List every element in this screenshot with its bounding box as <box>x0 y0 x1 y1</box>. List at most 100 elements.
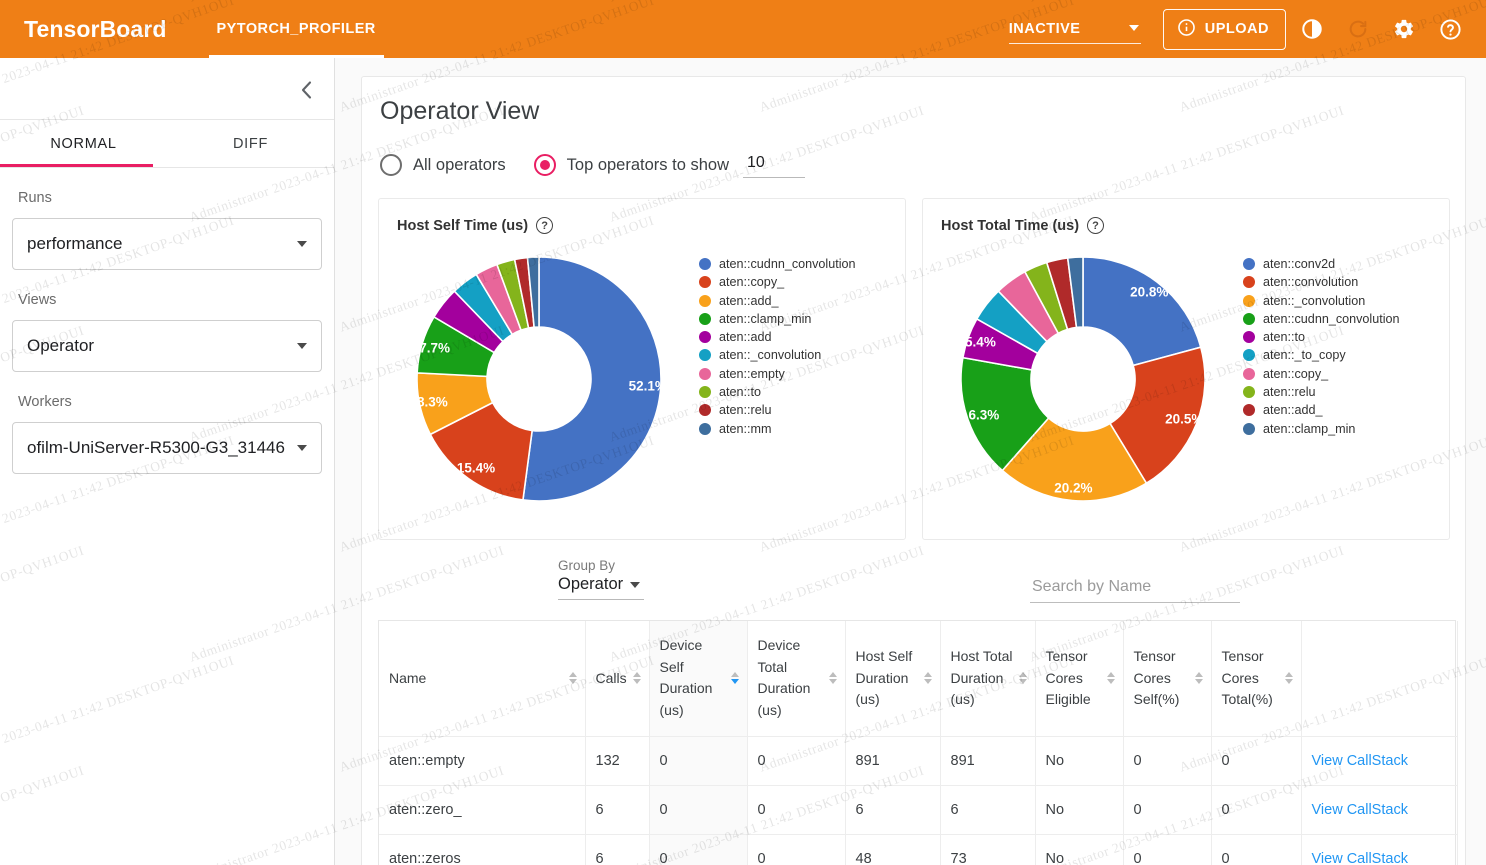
view-callstack-link[interactable]: View CallStack <box>1312 851 1408 865</box>
run-status-dropdown[interactable]: INACTIVE <box>1008 14 1141 44</box>
legend-label: aten::copy_ <box>719 275 785 290</box>
legend-item[interactable]: aten::_convolution <box>699 348 856 362</box>
tab-diff[interactable]: DIFF <box>167 120 334 167</box>
search-input[interactable] <box>1030 574 1240 603</box>
gear-icon[interactable] <box>1384 9 1424 49</box>
legend-label: aten::copy_ <box>1263 366 1329 381</box>
legend-item[interactable]: aten::copy_ <box>1243 367 1400 381</box>
host-total-time-chart: Host Total Time (us) ? 20.8% 20.5% 20.2% 16… <box>922 198 1450 540</box>
table-header-label: Name <box>389 669 427 686</box>
pie-slice[interactable] <box>522 256 662 502</box>
table-cell: 891 <box>845 736 941 786</box>
sort-arrows-icon[interactable] <box>828 672 837 685</box>
legend-item[interactable]: aten::to <box>1243 330 1400 344</box>
legend-item[interactable]: aten::empty <box>699 367 856 381</box>
radio-all-operators[interactable] <box>380 154 402 176</box>
table-header-cell[interactable]: Calls <box>585 621 650 737</box>
table-row: aten::empty 132 0 0 891 891 No 0 0 View CallStack <box>379 736 1458 786</box>
legend-item[interactable]: aten::to <box>699 385 856 399</box>
table-cell: 6 <box>585 834 650 865</box>
tab-normal[interactable]: NORMAL <box>0 120 167 167</box>
radio-top-operators-label: Top operators to show <box>566 155 729 174</box>
table-header-cell[interactable]: Host Self Duration (us) <box>845 621 941 737</box>
legend-item[interactable]: aten::clamp_min <box>1243 422 1400 436</box>
operator-table: Name Calls Device Self Duration (us) Device… <box>379 621 1458 865</box>
help-icon[interactable] <box>1430 9 1470 49</box>
table-cell: 0 <box>649 785 748 835</box>
chevron-down-icon <box>630 581 641 588</box>
help-icon[interactable]: ? <box>1087 217 1105 234</box>
table-header-label: Device Self Duration (us) <box>659 637 713 719</box>
sort-arrows-icon[interactable] <box>1106 672 1115 685</box>
legend-item[interactable]: aten::copy_ <box>699 275 856 289</box>
table-cell: 0 <box>1123 736 1212 786</box>
table-header-cell[interactable]: Tensor Cores Total(%) <box>1211 621 1302 737</box>
radio-all-operators-label: All operators <box>413 155 506 174</box>
legend-item[interactable]: aten::clamp_min <box>699 312 856 326</box>
legend-item[interactable]: aten::add_ <box>1243 403 1400 417</box>
host-total-time-title-text: Host Total Time (us) <box>941 217 1080 234</box>
table-header-cell[interactable]: Device Self Duration (us) <box>649 621 748 737</box>
chevron-down-icon <box>297 241 307 247</box>
sort-arrows-icon[interactable] <box>568 672 577 685</box>
table-header-cell[interactable]: Device Total Duration (us) <box>747 621 846 737</box>
views-select-value: Operator <box>27 336 95 355</box>
charts-row: Host Self Time (us) ? 52.1% 15.4% 8.3% 7.7%… <box>362 178 1465 554</box>
sort-arrows-icon[interactable] <box>1018 672 1027 685</box>
top-operators-count-input[interactable] <box>742 152 805 178</box>
table-header-cell[interactable]: Tensor Cores Eligible <box>1035 621 1124 737</box>
legend-item[interactable]: aten::_convolution <box>1243 294 1400 308</box>
legend-label: aten::mm <box>719 421 772 436</box>
table-cell: 0 <box>649 736 748 786</box>
table-header-cell[interactable]: Name <box>379 621 586 737</box>
run-status-label: INACTIVE <box>1008 20 1081 37</box>
sort-arrows-icon[interactable] <box>923 672 932 685</box>
legend-item[interactable]: aten::conv2d <box>1243 257 1400 271</box>
legend-item[interactable]: aten::cudnn_convolution <box>699 257 856 271</box>
sort-arrows-icon[interactable] <box>1284 672 1293 685</box>
legend-item[interactable]: aten::cudnn_convolution <box>1243 312 1400 326</box>
group-by-select[interactable]: Operator <box>558 573 644 600</box>
views-select[interactable]: Operator <box>12 320 322 372</box>
legend-item[interactable]: aten::_to_copy <box>1243 348 1400 362</box>
legend-item[interactable]: aten::relu <box>699 403 856 417</box>
table-header-cell[interactable]: Host Total Duration (us) <box>940 621 1036 737</box>
pie-slice[interactable] <box>1082 256 1202 367</box>
workers-label: Workers <box>18 394 72 410</box>
views-label: Views <box>18 292 57 308</box>
table-cell: No <box>1035 785 1124 835</box>
table-header-label: Host Total Duration (us) <box>950 647 1013 708</box>
table-cell: No <box>1035 834 1124 865</box>
legend-label: aten::clamp_min <box>1263 421 1356 436</box>
table-cell: 132 <box>585 736 650 786</box>
sort-arrows-icon[interactable] <box>632 672 641 685</box>
chevron-left-icon[interactable] <box>292 76 320 104</box>
runs-select[interactable]: performance <box>12 218 322 270</box>
tab-pytorch-profiler[interactable]: PYTORCH_PROFILER <box>203 0 390 58</box>
upload-button[interactable]: UPLOAD <box>1162 8 1286 50</box>
table-cell-action: View CallStack <box>1301 834 1458 865</box>
legend-item[interactable]: aten::relu <box>1243 385 1400 399</box>
sort-arrows-icon[interactable] <box>730 672 739 685</box>
table-cell: 6 <box>845 785 941 835</box>
legend-item[interactable]: aten::convolution <box>1243 275 1400 289</box>
legend-item[interactable]: aten::add_ <box>699 294 856 308</box>
operator-view-card: Operator View All operators Top operator… <box>361 76 1466 865</box>
table-header-cell[interactable]: Tensor Cores Self(%) <box>1123 621 1212 737</box>
contrast-icon[interactable] <box>1292 9 1332 49</box>
table-cell: 0 <box>1211 785 1302 835</box>
sort-arrows-icon[interactable] <box>1194 672 1203 685</box>
help-icon[interactable]: ? <box>536 217 554 234</box>
view-callstack-link[interactable]: View CallStack <box>1312 802 1408 818</box>
host-self-time-title: Host Self Time (us) ? <box>379 199 905 234</box>
refresh-icon[interactable] <box>1338 9 1378 49</box>
upload-button-label: UPLOAD <box>1204 21 1269 37</box>
runs-select-value: performance <box>27 234 123 253</box>
table-cell: 0 <box>1123 785 1212 835</box>
legend-item[interactable]: aten::mm <box>699 422 856 436</box>
legend-item[interactable]: aten::add <box>699 330 856 344</box>
workers-select[interactable]: ofilm-UniServer-R5300-G3_31446 <box>12 422 322 474</box>
table-cell: 0 <box>747 785 846 835</box>
radio-top-operators[interactable] <box>533 154 556 176</box>
view-callstack-link[interactable]: View CallStack <box>1312 753 1408 769</box>
